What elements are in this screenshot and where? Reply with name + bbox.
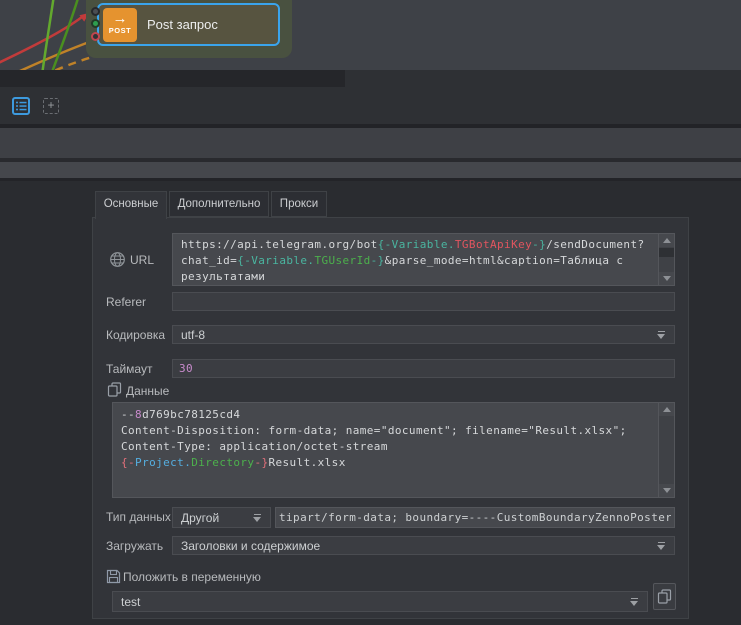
encoding-select[interactable]: utf-8 [172,325,675,344]
data-value: --8d769bc78125cd4Content-Disposition: fo… [121,407,656,471]
url-scrollbar[interactable] [658,234,674,285]
scroll-up-button[interactable] [659,403,674,416]
timeout-label: Таймаут [106,362,152,376]
referer-input[interactable] [172,292,675,311]
splitter-band [0,128,741,158]
plus-icon: + [47,98,54,112]
chevron-down-icon [657,542,666,550]
data-type-label: Тип данных [106,510,171,524]
copy-pages-icon [107,382,122,397]
flow-canvas[interactable]: → POST Post запрос [0,0,741,70]
load-mode-label: Загружать [106,539,163,553]
encoding-label: Кодировка [106,328,165,342]
chevron-down-icon [253,514,262,522]
output-variable-select[interactable]: test [112,591,648,612]
flow-node-post-request[interactable]: → POST Post запрос [97,3,280,46]
tab-proxy[interactable]: Прокси [271,191,327,217]
scroll-down-button[interactable] [659,272,674,285]
list-icon [14,99,28,113]
url-label: URL [130,253,154,267]
node-title: Post запрос [147,17,218,32]
tab-advanced[interactable]: Дополнительно [169,191,269,217]
chevron-down-icon [657,331,666,339]
data-field[interactable]: --8d769bc78125cd4Content-Disposition: fo… [112,402,675,498]
arrow-right-icon: → [103,11,137,26]
node-connector-error[interactable] [91,32,100,41]
url-value: https://api.telegram.org/bot{-Variable.T… [181,237,656,285]
app-window: → POST Post запрос + Основные Дополнител… [0,0,741,625]
data-type-input[interactable] [275,507,675,528]
data-type-select[interactable]: Другой [172,507,271,528]
url-field[interactable]: https://api.telegram.org/bot{-Variable.T… [172,233,675,286]
post-badge-icon: → POST [103,8,137,42]
save-floppy-icon [106,569,121,584]
load-mode-select[interactable]: Заголовки и содержимое [172,536,675,555]
node-connector-input[interactable] [91,7,100,16]
scroll-up-button[interactable] [659,234,674,247]
data-label: Данные [126,384,169,398]
node-connector-success[interactable] [91,19,100,28]
list-view-button[interactable] [12,97,30,115]
globe-www-icon [109,251,126,268]
scroll-down-button[interactable] [659,484,674,497]
chevron-down-icon [630,598,639,606]
canvas-tab-strip [0,70,345,87]
data-scrollbar[interactable] [658,403,674,497]
output-variable-label: Положить в переменную [123,570,261,584]
splitter-band [0,162,741,178]
referer-label: Referer [106,295,146,309]
scroll-thumb[interactable] [659,248,674,257]
copy-variable-button[interactable] [653,583,676,610]
timeout-input[interactable] [172,359,675,378]
add-action-button[interactable]: + [43,98,59,114]
copy-pages-icon [657,589,672,604]
tab-basic[interactable]: Основные [95,191,167,219]
